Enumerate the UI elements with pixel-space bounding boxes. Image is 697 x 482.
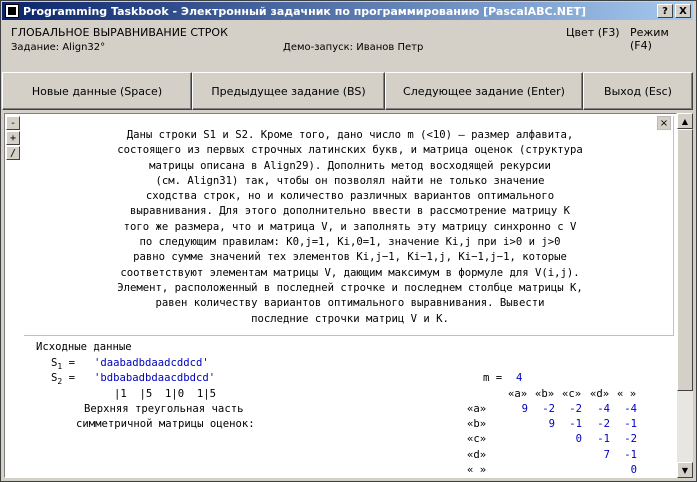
task-line: по следующим правилам: K0,j=1, Ki,0=1, з… [139, 236, 561, 249]
matrix-cell: 0 [575, 433, 582, 446]
matrix-cell: -4 [624, 403, 637, 415]
previous-task-button[interactable]: Предыдущее задание (BS) [192, 72, 385, 110]
s2-value: 'bdbabadbdaacdbdcd' [94, 372, 216, 384]
matrix-row-label: «d» [467, 448, 487, 461]
expand-button[interactable]: + [6, 131, 20, 145]
title-bar: Programming Taskbook - Электронный задач… [2, 2, 693, 20]
toggle-button[interactable]: / [6, 146, 20, 160]
demo-run-label: Демо-запуск: Иванов Петр [283, 42, 424, 53]
matrix-col-header: « » [617, 388, 637, 400]
app-icon [5, 4, 19, 18]
matrix-col-header: «c» [562, 388, 582, 400]
matrix-cell: -1 [569, 418, 582, 431]
task-line: Даны строки S1 и S2. Кроме того, дано чи… [126, 129, 574, 141]
m-value: 4 [516, 372, 523, 384]
task-line: того же размера, что и матрица V, и запо… [123, 220, 577, 233]
mode-toggle[interactable]: Режим (F4) [630, 26, 693, 52]
task-line: состоящего из первых строчных латинских … [117, 144, 583, 157]
task-line: равен количеству вариантов оптимального … [155, 297, 545, 310]
matrix-cell: -1 [624, 418, 637, 431]
matrix-cell: -2 [569, 403, 582, 415]
matrix-cell: 7 [603, 448, 610, 461]
task-line: равно сумме значений тех элементов Ki,j−… [133, 251, 567, 264]
matrix-caption-1: Верхняя треугольная часть [84, 403, 244, 415]
matrix-cell: -4 [597, 403, 610, 415]
info-panel: ГЛОБАЛЬНОЕ ВЫРАВНИВАНИЕ СТРОК Задание: A… [2, 22, 693, 70]
matrix-cell: -2 [624, 433, 637, 446]
vertical-scrollbar[interactable]: ▲ ▼ [677, 113, 693, 478]
close-button[interactable]: X [675, 4, 691, 18]
s2-label: S2 = [51, 372, 82, 387]
task-line: соответствуют элементам матрицы V, дающи… [120, 266, 580, 279]
scroll-thumb[interactable] [677, 129, 693, 391]
new-data-button[interactable]: Новые данные (Space) [2, 72, 192, 110]
matrix-cell: -2 [542, 403, 555, 415]
matrix-cell: -1 [624, 448, 637, 461]
matrix-cell: 9 [548, 418, 555, 431]
matrix-col-header: «b» [535, 388, 555, 400]
input-header: Исходные данные [36, 341, 132, 353]
task-line: матрицы описана в Align29). Дополнить ме… [149, 159, 551, 172]
matrix-col-header: «d» [590, 388, 610, 400]
matrix-row-label: « » [467, 463, 487, 476]
color-toggle[interactable]: Цвет (F3) [566, 26, 620, 39]
matrix-row-label: «b» [467, 418, 487, 431]
matrix-cell: 9 [521, 403, 528, 415]
help-button[interactable]: ? [657, 4, 673, 18]
matrix-cell: -1 [597, 433, 610, 446]
section-controls: - + / [6, 116, 20, 161]
task-line: (см. Align31) так, чтобы он позволял най… [155, 174, 545, 187]
matrix-cell: 0 [630, 463, 637, 476]
task-line: последние строчки матриц V и K. [251, 312, 449, 325]
position-hint: |1 |5 1|0 1|5 [114, 388, 217, 400]
task-name: Задание: Align32° [11, 42, 106, 53]
s1-label: S1 = [51, 357, 82, 372]
matrix-row-label: «a» [467, 403, 487, 415]
scroll-up-icon[interactable]: ▲ [677, 113, 693, 129]
task-line: Элемент, расположенный в последней строч… [117, 281, 583, 294]
matrix-row-label: «c» [467, 433, 487, 446]
collapse-button[interactable]: - [6, 116, 20, 130]
topic-title: ГЛОБАЛЬНОЕ ВЫРАВНИВАНИЕ СТРОК [11, 26, 228, 39]
exit-button[interactable]: Выход (Esc) [583, 72, 693, 110]
window-title: Programming Taskbook - Электронный задач… [23, 4, 586, 18]
matrix-caption-2: симметричной матрицы оценок: [76, 418, 255, 430]
matrix-col-header: «a» [508, 388, 528, 400]
toolbar: Новые данные (Space) Предыдущее задание … [2, 72, 693, 110]
m-label: m = [483, 372, 509, 384]
scroll-down-icon[interactable]: ▼ [677, 462, 693, 478]
task-line: выравнивания. Для этого дополнительно вв… [129, 205, 571, 218]
matrix-cell: -2 [597, 418, 610, 431]
next-task-button[interactable]: Следующее задание (Enter) [385, 72, 583, 110]
task-description: Даны строки S1 и S2. Кроме того, дано чи… [30, 128, 670, 327]
task-line: сходства строк, но и количество различны… [145, 190, 555, 203]
s1-value: 'daabadbdaadcddcd' [94, 357, 209, 369]
